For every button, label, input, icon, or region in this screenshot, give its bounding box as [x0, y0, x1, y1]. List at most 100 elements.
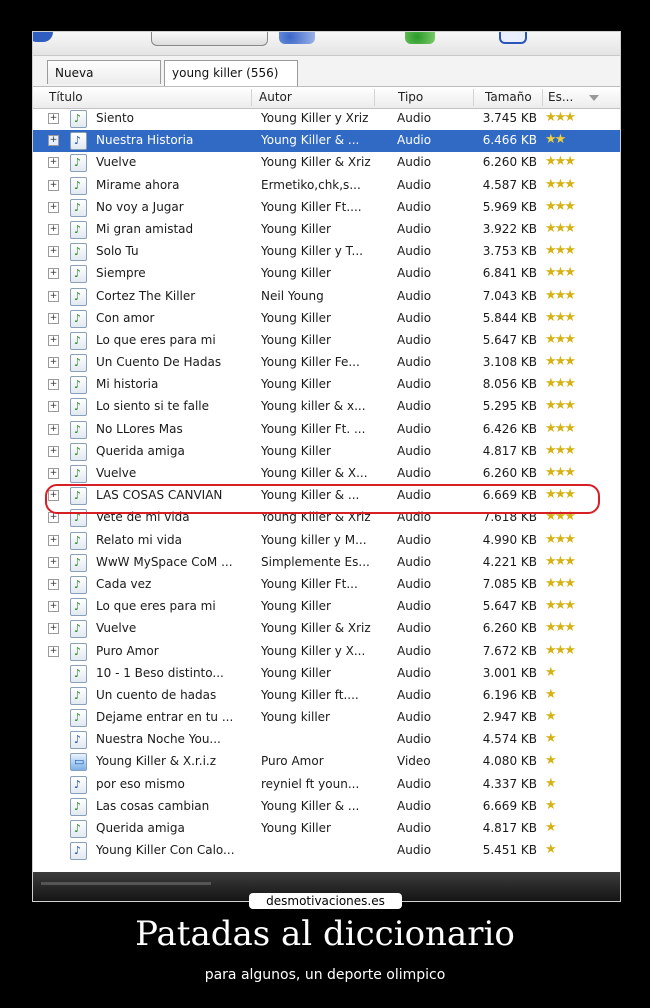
table-row[interactable]: + ♪ Vuelve Young Killer & Xriz Audio 6.260 KB… — [33, 618, 620, 640]
column-title[interactable]: Título — [49, 90, 83, 104]
table-row[interactable]: + ♪ Siento Young Killer y Xriz Audio 3.745 KB… — [33, 108, 620, 130]
row-size: 6.669 KB — [482, 798, 537, 813]
row-size: 6.841 KB — [482, 266, 537, 281]
toolbar-button[interactable] — [151, 32, 268, 46]
column-divider[interactable] — [473, 89, 474, 106]
table-row[interactable]: + ♪ Lo siento si te falle Young killer & x.… — [33, 396, 620, 418]
row-size: 8.056 KB — [482, 377, 537, 392]
expand-icon[interactable]: + — [48, 623, 59, 635]
table-row[interactable]: + ♪ WwW MySpace CoM ... Simplemente Es... Au… — [33, 552, 620, 574]
rating-stars-icon: ★ — [545, 797, 557, 813]
row-title: No voy a Jugar — [96, 199, 184, 214]
row-author: Young killer — [261, 710, 330, 725]
audio-file-icon: ♪ — [70, 531, 87, 550]
table-row[interactable]: + ♪ Lo que eres para mi Young Killer Audio 5.… — [33, 330, 620, 352]
table-row[interactable]: ♪ Las cosas cambian Young Killer & ... Audi… — [33, 796, 620, 818]
row-author: Young Killer & ... — [261, 798, 360, 813]
table-row[interactable]: ♪ Querida amiga Young Killer Audio 4.817 KB ★ — [33, 818, 620, 840]
column-divider[interactable] — [251, 89, 252, 106]
table-row[interactable]: + ♪ Cada vez Young Killer Ft... Audio 7.085 K… — [33, 574, 620, 596]
table-row[interactable]: ♪ Un cuento de hadas Young Killer ft.... Au… — [33, 685, 620, 707]
users-icon[interactable] — [279, 32, 315, 44]
audio-file-icon: ♪ — [70, 198, 87, 217]
table-row[interactable]: + ♪ Mirame ahora Ermetiko,chk,s... Audio 4.58… — [33, 175, 620, 197]
expand-icon[interactable]: + — [48, 512, 59, 524]
row-size: 7.043 KB — [482, 288, 537, 303]
table-row[interactable]: + ♪ Con amor Young Killer Audio 5.844 KB ★★★ — [33, 308, 620, 330]
table-row[interactable]: + ♪ No voy a Jugar Young Killer Ft.... Audio… — [33, 197, 620, 219]
table-row[interactable]: + ♪ Mi historia Young Killer Audio 8.056 KB ★★… — [33, 374, 620, 396]
row-author: Young killer & x... — [261, 399, 366, 414]
row-type: Audio — [397, 288, 432, 303]
expand-icon[interactable]: + — [48, 578, 59, 590]
expand-icon[interactable]: + — [48, 379, 59, 391]
table-row[interactable]: ♪ 10 - 1 Beso distinto... Young Killer Audi… — [33, 663, 620, 685]
audio-file-icon: ♪ — [70, 575, 87, 594]
column-author[interactable]: Autor — [259, 90, 292, 104]
row-size: 4.221 KB — [482, 554, 537, 569]
expand-icon[interactable]: + — [48, 401, 59, 413]
table-row[interactable]: + ♪ Relato mi vida Young killer y M... Audio… — [33, 530, 620, 552]
table-row[interactable]: + ♪ Querida amiga Young Killer Audio 4.817 KB… — [33, 441, 620, 463]
column-status[interactable]: Es... — [548, 90, 573, 104]
expand-icon[interactable]: + — [48, 179, 59, 191]
table-row[interactable]: ♪ por eso mismo reyniel ft youn... Audio 4.3… — [33, 774, 620, 796]
expand-icon[interactable]: + — [48, 645, 59, 657]
table-row[interactable]: + ♪ Nuestra Historia Young Killer & ... Audi… — [33, 130, 620, 153]
expand-icon[interactable]: + — [48, 423, 59, 435]
column-divider[interactable] — [374, 89, 375, 106]
table-row[interactable]: ♪ Dejame entrar en tu ... Young killer Audi… — [33, 707, 620, 729]
sort-arrow-icon[interactable] — [589, 95, 599, 101]
expand-icon[interactable]: + — [48, 312, 59, 324]
expand-icon[interactable]: + — [48, 223, 59, 235]
expand-icon[interactable]: + — [48, 601, 59, 613]
expand-icon[interactable]: + — [48, 556, 59, 568]
expand-icon[interactable]: + — [48, 334, 59, 346]
tab-young-killer[interactable]: young killer (556)✕ — [164, 60, 298, 104]
column-divider[interactable] — [542, 89, 543, 106]
table-row[interactable]: + ♪ Cortez The Killer Neil Young Audio 7.043 … — [33, 286, 620, 308]
rating-stars-icon: ★★★ — [545, 309, 576, 325]
row-size: 5.451 KB — [482, 843, 537, 858]
expand-icon[interactable]: + — [48, 290, 59, 302]
row-size: 3.108 KB — [482, 355, 537, 370]
rating-stars-icon: ★★★ — [545, 354, 576, 370]
column-size[interactable]: Tamaño — [485, 90, 532, 104]
table-row[interactable]: + ♪ Vuelve Young Killer & Xriz Audio 6.260 KB… — [33, 152, 620, 174]
table-row[interactable]: ♪ Young Killer Con Calo... Audio 5.451 KB ★ — [33, 840, 620, 862]
rating-stars-icon: ★ — [545, 664, 557, 680]
expand-icon[interactable]: + — [48, 357, 59, 369]
table-row[interactable]: + ♪ Vuelve Young Killer & X... Audio 6.260 KB… — [33, 463, 620, 485]
expand-icon[interactable]: + — [48, 201, 59, 213]
table-row[interactable]: + ♪ Un Cuento De Hadas Young Killer Fe... Au… — [33, 352, 620, 374]
row-title: Con amor — [96, 310, 155, 325]
expand-icon[interactable]: + — [48, 157, 59, 169]
row-author: Ermetiko,chk,s... — [261, 177, 361, 192]
expand-icon[interactable]: + — [48, 445, 59, 457]
rating-stars-icon: ★★★ — [545, 220, 576, 236]
table-row[interactable]: + ♪ Siempre Young Killer Audio 6.841 KB ★★★ — [33, 263, 620, 285]
row-author: Young Killer Ft... — [261, 576, 358, 591]
row-title: Querida amiga — [96, 443, 185, 458]
connect-icon[interactable] — [405, 32, 435, 44]
expand-icon[interactable]: + — [48, 268, 59, 280]
row-type: Audio — [397, 399, 432, 414]
table-row[interactable]: ♪ Nuestra Noche You... Audio 4.574 KB ★ — [33, 729, 620, 751]
expand-icon[interactable]: + — [48, 534, 59, 546]
expand-icon[interactable]: + — [48, 135, 59, 147]
table-row[interactable]: ▭ Young Killer & X.r.i.z Puro Amor Video 4.0… — [33, 751, 620, 773]
table-row[interactable]: + ♪ Lo que eres para mi Young Killer Audio 5.… — [33, 596, 620, 618]
table-row[interactable]: + ♪ Mi gran amistad Young Killer Audio 3.922 … — [33, 219, 620, 241]
row-size: 6.260 KB — [482, 155, 537, 170]
table-row[interactable]: + ♪ Solo Tu Young Killer y T... Audio 3.753 K… — [33, 241, 620, 263]
toolbar-icon-left[interactable] — [33, 32, 53, 42]
expand-icon[interactable]: + — [48, 468, 59, 479]
tab-new-search[interactable]: Nueva búsqueda — [47, 60, 161, 104]
row-type: Audio — [397, 687, 432, 702]
table-row[interactable]: + ♪ No LLores Mas Young Killer Ft. ... Audio… — [33, 419, 620, 441]
expand-icon[interactable]: + — [48, 113, 59, 124]
expand-icon[interactable]: + — [48, 246, 59, 258]
table-row[interactable]: + ♪ Puro Amor Young Killer y X... Audio 7.672… — [33, 641, 620, 663]
column-type[interactable]: Tipo — [398, 90, 423, 104]
window-icon[interactable] — [499, 32, 527, 44]
